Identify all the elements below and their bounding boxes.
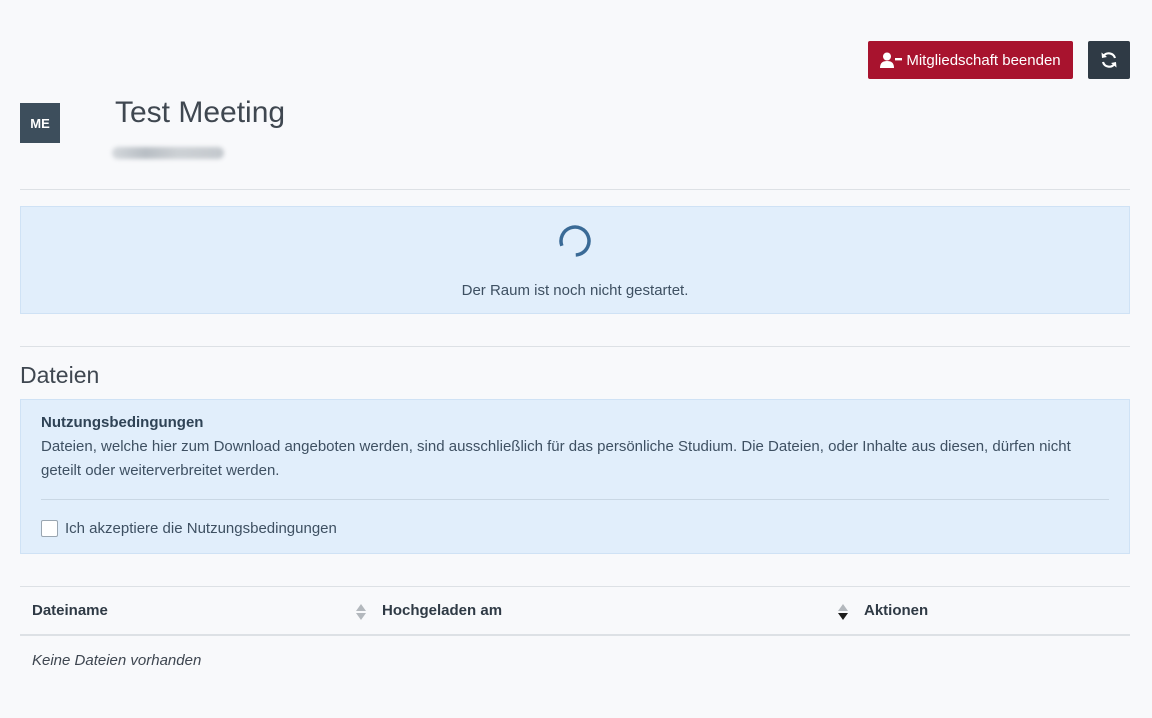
files-table: Dateiname Hochgeladen am Aktionen Keine … <box>20 586 1130 685</box>
room-status-box: Der Raum ist noch nicht gestartet. <box>20 206 1130 314</box>
room-avatar: ME <box>20 103 60 143</box>
terms-heading: Nutzungsbedingungen <box>41 414 204 431</box>
leave-membership-label: Mitgliedschaft beenden <box>906 51 1061 69</box>
accept-terms-checkbox[interactable] <box>41 520 58 537</box>
column-header-actions-label: Aktionen <box>864 602 929 619</box>
column-header-filename[interactable]: Dateiname <box>20 587 370 634</box>
user-minus-icon <box>880 52 903 68</box>
files-table-header: Dateiname Hochgeladen am Aktionen <box>20 586 1130 636</box>
terms-of-use-box: Nutzungsbedingungen Dateien, welche hier… <box>20 399 1130 554</box>
column-header-filename-label: Dateiname <box>32 602 108 619</box>
reload-button[interactable] <box>1088 41 1130 79</box>
accept-terms-label: Ich akzeptiere die Nutzungsbedingungen <box>65 520 337 537</box>
files-table-empty-message: Keine Dateien vorhanden <box>32 652 202 669</box>
column-header-uploaded[interactable]: Hochgeladen am <box>370 587 852 634</box>
terms-divider <box>41 499 1109 500</box>
room-owner-redacted <box>112 147 224 159</box>
accept-terms-checkbox-label[interactable]: Ich akzeptiere die Nutzungsbedingungen <box>41 520 1109 537</box>
leave-membership-button[interactable]: Mitgliedschaft beenden <box>868 41 1073 79</box>
sync-icon <box>1101 52 1117 68</box>
files-section-title: Dateien <box>20 362 100 388</box>
divider <box>20 346 1130 347</box>
sort-descending-icon <box>838 604 848 620</box>
column-header-actions: Aktionen <box>852 587 1130 634</box>
terms-text: Dateien, welche hier zum Download angebo… <box>41 438 1071 479</box>
room-status-message: Der Raum ist noch nicht gestartet. <box>461 282 689 299</box>
room-title: Test Meeting <box>115 96 286 129</box>
spinner-icon <box>559 225 591 257</box>
divider <box>20 189 1130 190</box>
sort-icon <box>356 604 366 620</box>
column-header-uploaded-label: Hochgeladen am <box>382 602 503 619</box>
